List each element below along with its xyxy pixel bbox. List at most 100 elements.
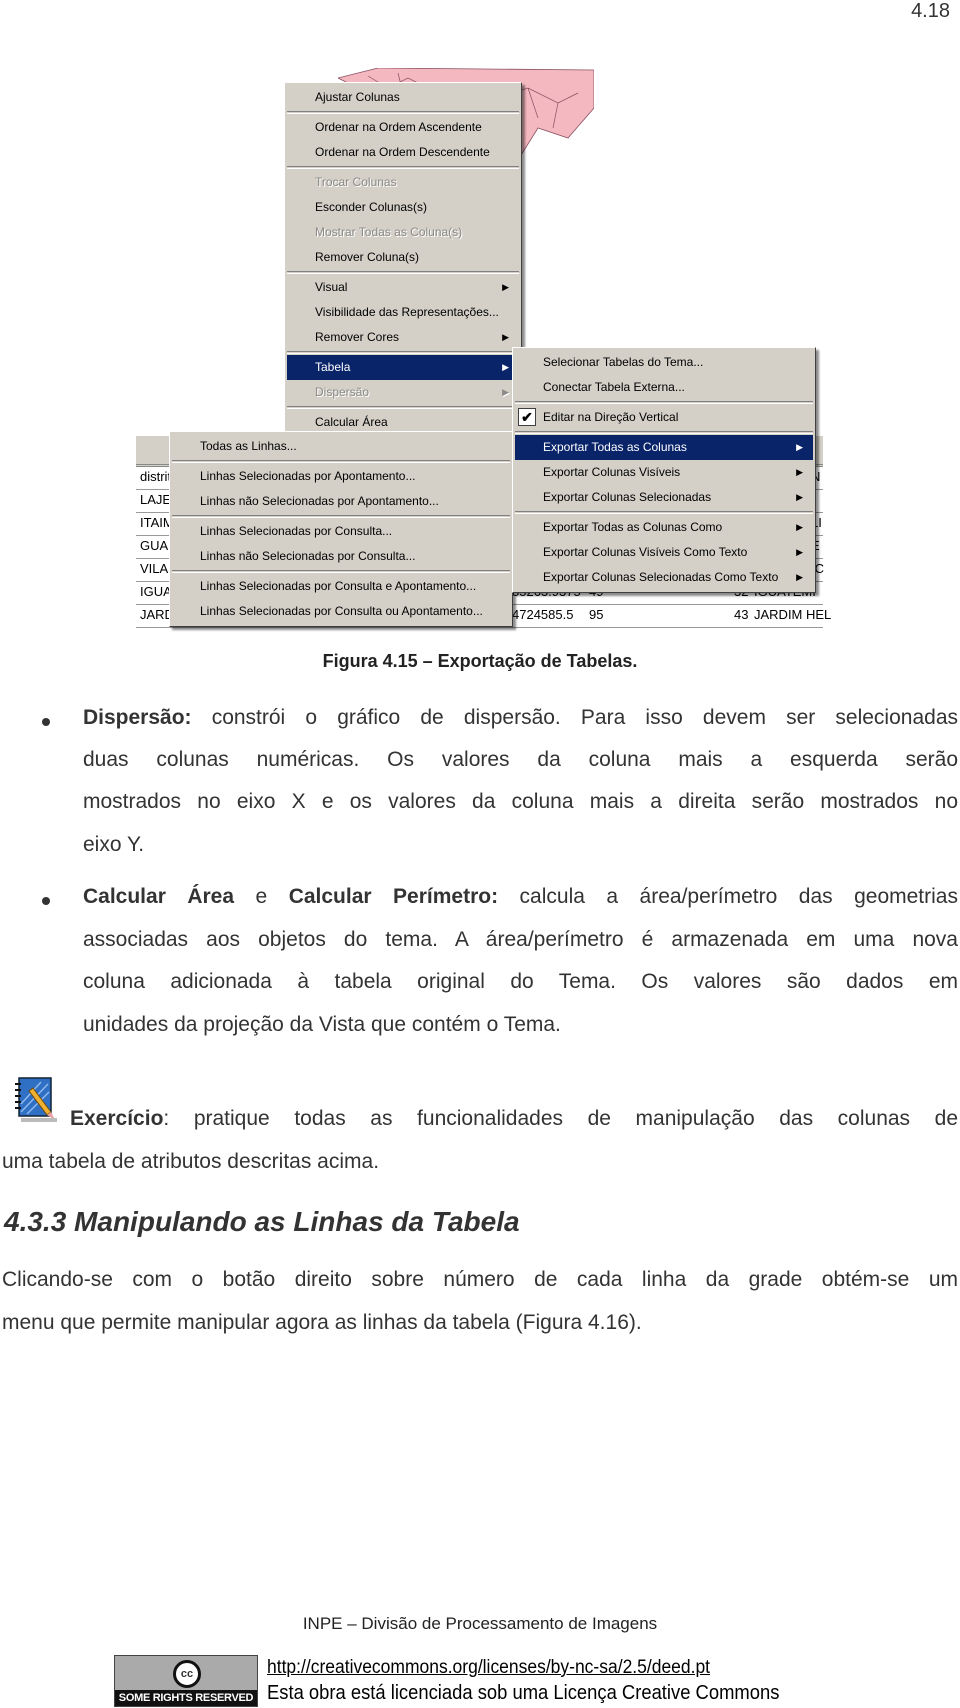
menu-item-label: Tabela [315,360,351,374]
menu-item-label: Linhas não Selecionadas por Apontamento.… [200,494,439,508]
menu-item-label: Visual [315,280,348,294]
text-segment: associadas aos objetos do tema. A área/p… [83,928,958,951]
menu-item-exportar-colunas-selecionadas[interactable]: Exportar Colunas Selecionadas ▶ [515,485,813,510]
menu-item-label: Conectar Tabela Externa... [543,380,685,394]
menu-item-label: Exportar Colunas Visíveis Como Texto [543,545,748,559]
menu-item-ajustar-colunas[interactable]: Ajustar Colunas [287,85,519,110]
menu-item-label: Esconder Colunas(s) [315,200,428,214]
menu-item-linhas-nao-selecionadas-por-consulta[interactable]: Linhas não Selecionadas por Consulta... [172,544,510,569]
bold-term: Calcular Área [83,885,235,908]
page-number: 4.18 [911,0,950,22]
text-line: Calcular Área e Calcular Perímetro: calc… [83,885,958,909]
text-segment: e [234,885,289,908]
menu-item-label: Ordenar na Ordem Ascendente [315,120,482,134]
text-line: eixo Y. [83,833,144,857]
text-line: menu que permite manipular agora as linh… [2,1311,642,1335]
section-heading: 4.3.3 Manipulando as Linhas da Tabela [4,1206,520,1237]
cc-badge[interactable]: cc SOME RIGHTS RESERVED [114,1655,258,1707]
text-segment: uma tabela de atributos descritas acima. [2,1150,380,1173]
menu-separator [287,406,519,409]
menu-separator [287,111,519,114]
menu-item-linhas-selecionadas-por-apontamento[interactable]: Linhas Selecionadas por Apontamento... [172,464,510,489]
menu-item-label: Linhas Selecionadas por Consulta ou Apon… [200,604,483,618]
triangle-right-icon: ▶ [796,492,803,502]
menu-item-label: Linhas Selecionadas por Consulta... [200,524,393,538]
menu-item-exportar-todas-as-colunas[interactable]: Exportar Todas as Colunas ▶ [515,435,813,460]
menu-item-tabela[interactable]: Tabela ▶ [287,355,519,380]
menu-item-label: Remover Cores [315,330,400,344]
cc-logo-icon: cc [173,1660,201,1688]
menu-item-label: Exportar Colunas Visíveis [543,465,681,479]
menu-item-label: Exportar Colunas Selecionadas [543,490,712,504]
text-segment: Clicando-se com o botão direito sobre nú… [2,1268,958,1291]
tabela-submenu: Selecionar Tabelas do Tema... Conectar Ta… [512,347,816,593]
menu-item-label: Calcular Área [315,415,388,429]
menu-item-todas-as-linhas[interactable]: Todas as Linhas... [172,434,510,459]
license-text: Esta obra está licenciada sob uma Licenç… [267,1682,780,1704]
menu-item-label: Exportar Colunas Selecionadas Como Texto [543,570,779,584]
menu-item-mostrar-todas-as-coluna-s: Mostrar Todas as Coluna(s) [287,220,519,245]
triangle-right-icon: ▶ [796,547,803,557]
text-line: associadas aos objetos do tema. A área/p… [83,928,958,952]
menu-item-selecionar-tabelas-do-tema[interactable]: Selecionar Tabelas do Tema... [515,350,813,375]
menu-item-remover-cores[interactable]: Remover Cores ▶ [287,325,519,350]
menu-item-visibilidade-das-representacoes[interactable]: Visibilidade das Representações... [287,300,519,325]
triangle-right-icon: ▶ [796,442,803,452]
license-link[interactable]: http://creativecommons.org/licenses/by-n… [267,1657,710,1679]
text-line: duas colunas numéricas. Os valores da co… [83,748,958,772]
menu-item-esconder-colunas-s[interactable]: Esconder Colunas(s) [287,195,519,220]
triangle-right-icon: ▶ [502,387,509,397]
menu-item-linhas-selecionadas-por-consulta-ou-apontamento[interactable]: Linhas Selecionadas por Consulta ou Apon… [172,599,510,624]
menu-separator [287,351,519,354]
menu-item-linhas-nao-selecionadas-por-apontamento[interactable]: Linhas não Selecionadas por Apontamento.… [172,489,510,514]
menu-item-ordenar-na-ordem-ascendente[interactable]: Ordenar na Ordem Ascendente [287,115,519,140]
table-cell: 43 [734,607,749,622]
menu-separator [515,401,813,404]
text-line: mostrados no eixo X e os valores da colu… [83,790,958,814]
triangle-right-icon: ▶ [796,572,803,582]
menu-item-dispersao: Dispersão ▶ [287,380,519,405]
menu-item-label: Ajustar Colunas [315,90,400,104]
menu-item-visual[interactable]: Visual ▶ [287,275,519,300]
menu-item-exportar-colunas-visiveis[interactable]: Exportar Colunas Visíveis ▶ [515,460,813,485]
checkmark-icon: ✔ [518,408,536,426]
triangle-right-icon: ▶ [796,522,803,532]
menu-item-label: Exportar Todas as Colunas [543,440,687,454]
table-cell: 95 [589,607,604,622]
text-line: coluna adicionada à tabela original do T… [83,970,958,994]
menu-item-label: Exportar Todas as Colunas Como [543,520,723,534]
bold-term: Calcular Perímetro: [288,885,499,908]
menu-item-exportar-todas-as-colunas-como[interactable]: Exportar Todas as Colunas Como ▶ [515,515,813,540]
menu-item-linhas-selecionadas-por-consulta[interactable]: Linhas Selecionadas por Consulta... [172,519,510,544]
menu-item-exportar-colunas-selecionadas-como-texto[interactable]: Exportar Colunas Selecionadas Como Texto… [515,565,813,590]
bold-term: Dispersão: [83,706,192,729]
menu-item-label: Linhas Selecionadas por Apontamento... [200,469,416,483]
text-line: unidades da projeção da Vista que contém… [83,1013,561,1037]
menu-item-exportar-colunas-visiveis-como-texto[interactable]: Exportar Colunas Visíveis Como Texto ▶ [515,540,813,565]
rows-submenu: Todas as Linhas... Linhas Selecionadas po… [169,431,513,627]
text-segment: calcula a área/perímetro das geometrias [498,885,958,908]
triangle-right-icon: ▶ [502,362,509,372]
triangle-right-icon: ▶ [502,282,509,292]
figure-caption: Figura 4.15 – Exportação de Tabelas. [322,651,638,671]
bullet-icon [42,897,50,905]
menu-item-conectar-tabela-externa[interactable]: Conectar Tabela Externa... [515,375,813,400]
menu-item-trocar-colunas: Trocar Colunas [287,170,519,195]
text-segment: mostrados no eixo X e os valores da colu… [83,790,958,813]
menu-item-linhas-selecionadas-por-consulta-e-apontamento[interactable]: Linhas Selecionadas por Consulta e Apont… [172,574,510,599]
text-segment: unidades da projeção da Vista que contém… [83,1013,561,1036]
bold-term: Exercício [70,1107,164,1130]
bullet-icon [42,718,50,726]
table-cell: JARDIM HEL [754,607,832,622]
text-line: Dispersão: constrói o gráfico de dispers… [83,706,958,730]
menu-item-label: Editar na Direção Vertical [543,410,679,424]
menu-item-editar-na-direcao-vertical[interactable]: ✔ Editar na Direção Vertical [515,405,813,430]
menu-item-label: Visibilidade das Representações... [315,305,499,319]
text-segment: : pratique todas as funcionalidades de m… [163,1107,958,1130]
menu-item-label: Selecionar Tabelas do Tema... [543,355,704,369]
column-context-menu: Ajustar Colunas Ordenar na Ordem Ascenden… [284,82,522,438]
menu-item-label: Trocar Colunas [315,175,397,189]
menu-item-ordenar-na-ordem-descendente[interactable]: Ordenar na Ordem Descendente [287,140,519,165]
menu-item-remover-coluna-s[interactable]: Remover Coluna(s) [287,245,519,270]
menu-separator [515,511,813,514]
